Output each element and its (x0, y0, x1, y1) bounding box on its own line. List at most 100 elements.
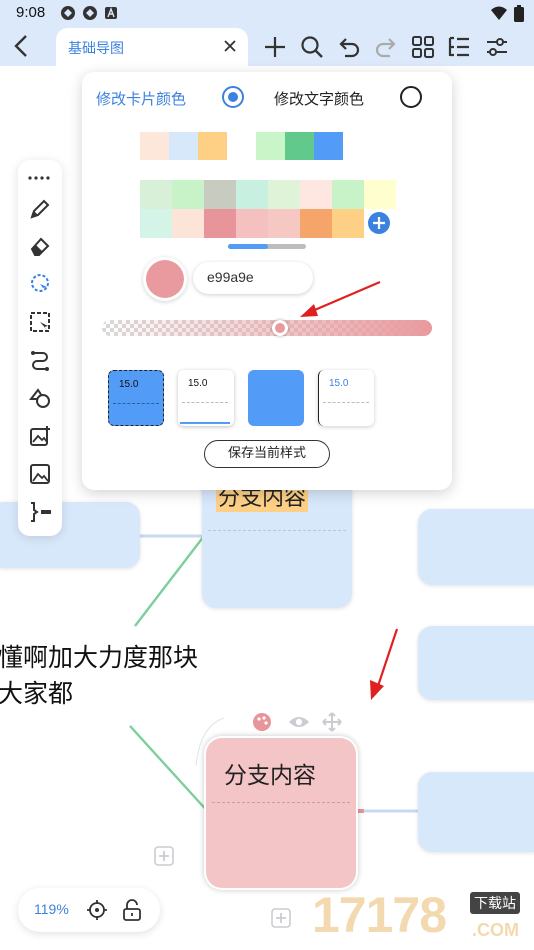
picture-icon (30, 464, 50, 484)
node-divider (208, 530, 346, 531)
node-visibility-button[interactable] (288, 714, 310, 730)
style-preset-4[interactable]: 15.0 (318, 370, 374, 426)
plus-box-icon (154, 846, 174, 866)
branch-node-right-middle[interactable] (418, 626, 534, 700)
redo-button[interactable] (373, 34, 399, 60)
locate-button[interactable] (86, 899, 108, 921)
unlock-icon (123, 899, 141, 921)
recent-colors-group-b (256, 132, 343, 160)
crosshair-icon (87, 900, 107, 920)
summary-tool-button[interactable] (28, 500, 52, 524)
selected-node[interactable]: 分支内容 (206, 738, 356, 888)
color-swatch[interactable] (140, 132, 169, 160)
picture-tool-button[interactable] (28, 462, 52, 486)
color-swatch[interactable] (268, 209, 300, 238)
color-swatch[interactable] (268, 180, 300, 209)
shape-tool-button[interactable] (28, 386, 52, 410)
settings-button[interactable] (484, 34, 510, 60)
back-button[interactable] (8, 32, 36, 60)
close-tab-button[interactable] (220, 36, 240, 56)
plus-icon (373, 217, 385, 229)
pen-tool-button[interactable] (28, 197, 52, 221)
back-icon (14, 35, 27, 57)
text-color-option-label[interactable]: 修改文字颜色 (274, 88, 364, 109)
branch-node-right-bottom[interactable] (418, 772, 534, 852)
system-status-icons (490, 5, 524, 26)
a-badge-icon (104, 5, 120, 21)
status-bar: 9:08 (0, 0, 534, 26)
card-color-option-label[interactable]: 修改卡片颜色 (96, 88, 186, 109)
selected-node-text: 分支内容 (224, 763, 316, 789)
search-button[interactable] (299, 34, 325, 60)
app-notification-icon (60, 5, 76, 21)
document-tab[interactable]: 基础导图 (56, 28, 248, 66)
redo-icon (375, 38, 396, 58)
color-swatch[interactable] (332, 209, 364, 238)
document-tab-title: 基础导图 (68, 41, 124, 57)
undo-icon (339, 38, 360, 58)
opacity-slider[interactable] (102, 320, 432, 336)
eye-icon (289, 717, 309, 727)
add-color-button[interactable] (368, 212, 390, 234)
zoom-level[interactable]: 119% (34, 901, 69, 917)
hex-color-input[interactable]: e99a9e (193, 262, 313, 294)
free-text-line-1[interactable]: 懂啊加大力度那块 (0, 638, 198, 674)
color-swatch[interactable] (172, 180, 204, 209)
dots-icon (28, 176, 50, 180)
color-swatch[interactable] (300, 180, 332, 209)
style-preset-label: 15.0 (329, 378, 349, 389)
node-divider (212, 802, 350, 803)
grid-icon (412, 36, 434, 58)
palette-page-indicator-active (228, 244, 268, 249)
watermark-domain: .COM (472, 920, 519, 940)
color-swatch[interactable] (236, 209, 268, 238)
style-preset-1[interactable]: 15.0 (108, 370, 164, 426)
card-color-radio[interactable] (222, 86, 244, 108)
outline-icon (448, 36, 469, 57)
eraser-tool-button[interactable] (28, 234, 52, 258)
preset-underline (180, 422, 230, 424)
palette-row (140, 209, 396, 238)
image-tool-button[interactable] (28, 424, 52, 448)
watermark-caption: 下载站 (470, 892, 520, 914)
save-style-button[interactable]: 保存当前样式 (204, 440, 330, 468)
watermark-number: 17178 (312, 887, 447, 943)
branch-node-right-top[interactable] (418, 509, 534, 585)
color-swatch[interactable] (236, 180, 268, 209)
color-swatch[interactable] (285, 132, 314, 160)
color-swatch[interactable] (140, 180, 172, 209)
color-swatch[interactable] (364, 180, 396, 209)
undo-button[interactable] (336, 34, 362, 60)
lock-button[interactable] (122, 899, 142, 921)
color-swatch[interactable] (140, 209, 172, 238)
color-swatch[interactable] (256, 132, 285, 160)
add-child-button-left[interactable] (154, 846, 174, 866)
color-swatch[interactable] (332, 180, 364, 209)
recent-colors-group-a (140, 132, 227, 160)
more-tools-button[interactable] (28, 166, 52, 190)
add-button[interactable] (262, 34, 288, 60)
layout-grid-button[interactable] (410, 34, 436, 60)
color-swatch[interactable] (300, 209, 332, 238)
select-tool-button[interactable] (28, 310, 52, 334)
notification-icons (60, 5, 120, 21)
palette-row (140, 180, 396, 209)
lasso-tool-button[interactable] (28, 272, 52, 296)
color-swatch[interactable] (204, 209, 236, 238)
add-child-button-bottom[interactable] (271, 908, 291, 928)
free-text-line-2[interactable]: 大家都 (0, 674, 73, 710)
node-move-button[interactable] (322, 712, 342, 732)
color-swatch[interactable] (198, 132, 227, 160)
style-preset-2[interactable]: 15.0 (178, 370, 234, 426)
color-swatch[interactable] (172, 209, 204, 238)
color-swatch[interactable] (314, 132, 343, 160)
outline-button[interactable] (446, 34, 472, 60)
color-swatch[interactable] (204, 180, 236, 209)
connector-tool-button[interactable] (28, 348, 52, 372)
node-color-button[interactable] (252, 712, 272, 732)
text-color-radio[interactable] (400, 86, 422, 108)
style-preset-3[interactable] (248, 370, 304, 426)
current-color-preview[interactable] (146, 260, 184, 298)
color-swatch[interactable] (169, 132, 198, 160)
palette-grid (140, 180, 396, 238)
